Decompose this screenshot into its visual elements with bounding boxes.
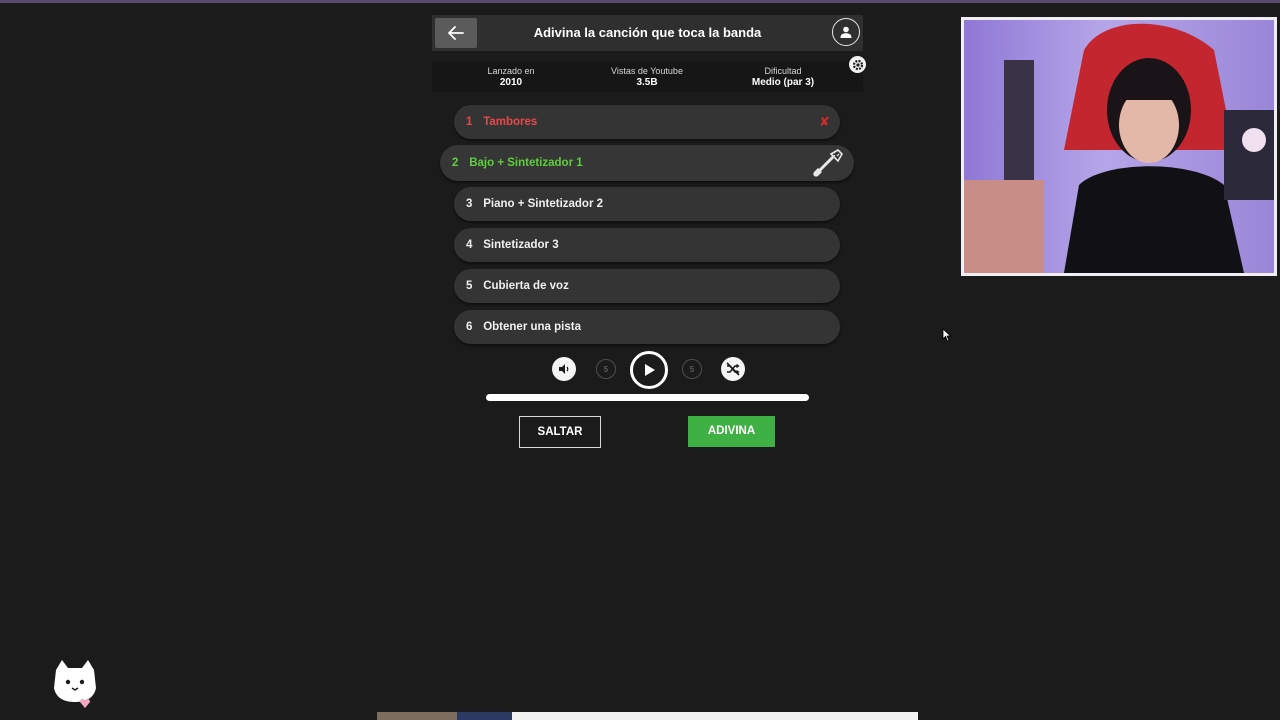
release-label: Lanzado en [487, 66, 535, 76]
track-label: Obtener una pista [483, 321, 581, 333]
gear-icon [852, 59, 863, 70]
track-row-5: 5 Cubierta de voz [454, 269, 840, 303]
bottom-media-strip [377, 712, 918, 720]
track-label: Sintetizador 3 [483, 239, 559, 251]
webcam-overlay [961, 17, 1277, 276]
profile-button[interactable] [832, 18, 860, 46]
difficulty-info: Dificultad Medio (par 3) [718, 66, 848, 88]
track-row-1: 1 Tambores ✘ [454, 105, 840, 139]
track-number: 6 [466, 321, 473, 333]
forward-icon: 5 [689, 364, 695, 374]
difficulty-label: Dificultad [764, 66, 802, 76]
track-number: 5 [466, 280, 473, 292]
views-label: Vistas de Youtube [611, 66, 683, 76]
track-number: 1 [466, 116, 473, 128]
track-label: Cubierta de voz [483, 280, 569, 292]
forward-5-button[interactable]: 5 [682, 359, 702, 379]
game-header: Adivina la canción que toca la banda [432, 15, 863, 51]
track-row-2[interactable]: 2 Bajo + Sintetizador 1 [440, 145, 854, 181]
strip-segment [457, 712, 512, 720]
track-label: Bajo + Sintetizador 1 [469, 157, 583, 169]
page-title: Adivina la canción que toca la banda [533, 25, 762, 40]
guess-button[interactable]: ADIVINA [688, 416, 775, 447]
guitar-icon [813, 149, 843, 177]
strip-segment [377, 712, 457, 720]
rewind-icon: 5 [603, 364, 609, 374]
play-button[interactable] [630, 351, 668, 389]
skip-button[interactable]: SALTAR [519, 416, 601, 448]
wrong-x-icon: ✘ [819, 114, 830, 129]
track-row-4: 4 Sintetizador 3 [454, 228, 840, 262]
track-number: 2 [452, 157, 459, 169]
rewind-5-button[interactable]: 5 [596, 359, 616, 379]
difficulty-value: Medio (par 3) [751, 77, 815, 88]
views-info: Vistas de Youtube 3.5B [582, 66, 712, 88]
volume-button[interactable] [552, 357, 576, 381]
back-button[interactable] [435, 18, 477, 48]
speaker-icon [559, 364, 569, 374]
track-row-6[interactable]: 6 Obtener una pista [454, 310, 840, 344]
mouse-cursor-icon [942, 328, 952, 342]
play-icon [645, 364, 655, 376]
user-icon [840, 26, 852, 38]
track-number: 3 [466, 198, 473, 210]
shuffle-off-icon [726, 362, 740, 376]
arrow-left-icon [448, 26, 464, 40]
views-value: 3.5B [636, 77, 658, 88]
track-number: 4 [466, 239, 473, 251]
track-label: Tambores [483, 116, 538, 128]
settings-button[interactable] [849, 56, 866, 73]
track-row-3: 3 Piano + Sintetizador 2 [454, 187, 840, 221]
song-info-bar: Lanzado en 2010 Vistas de Youtube 3.5B D… [432, 62, 863, 92]
shuffle-off-button[interactable] [721, 357, 745, 381]
cat-logo-icon [54, 660, 96, 708]
window-top-strip [0, 0, 1280, 3]
progress-bar[interactable] [486, 394, 809, 401]
webcam-image [964, 20, 1274, 273]
track-label: Piano + Sintetizador 2 [483, 198, 604, 210]
release-value: 2010 [499, 77, 523, 88]
release-info: Lanzado en 2010 [446, 66, 576, 88]
